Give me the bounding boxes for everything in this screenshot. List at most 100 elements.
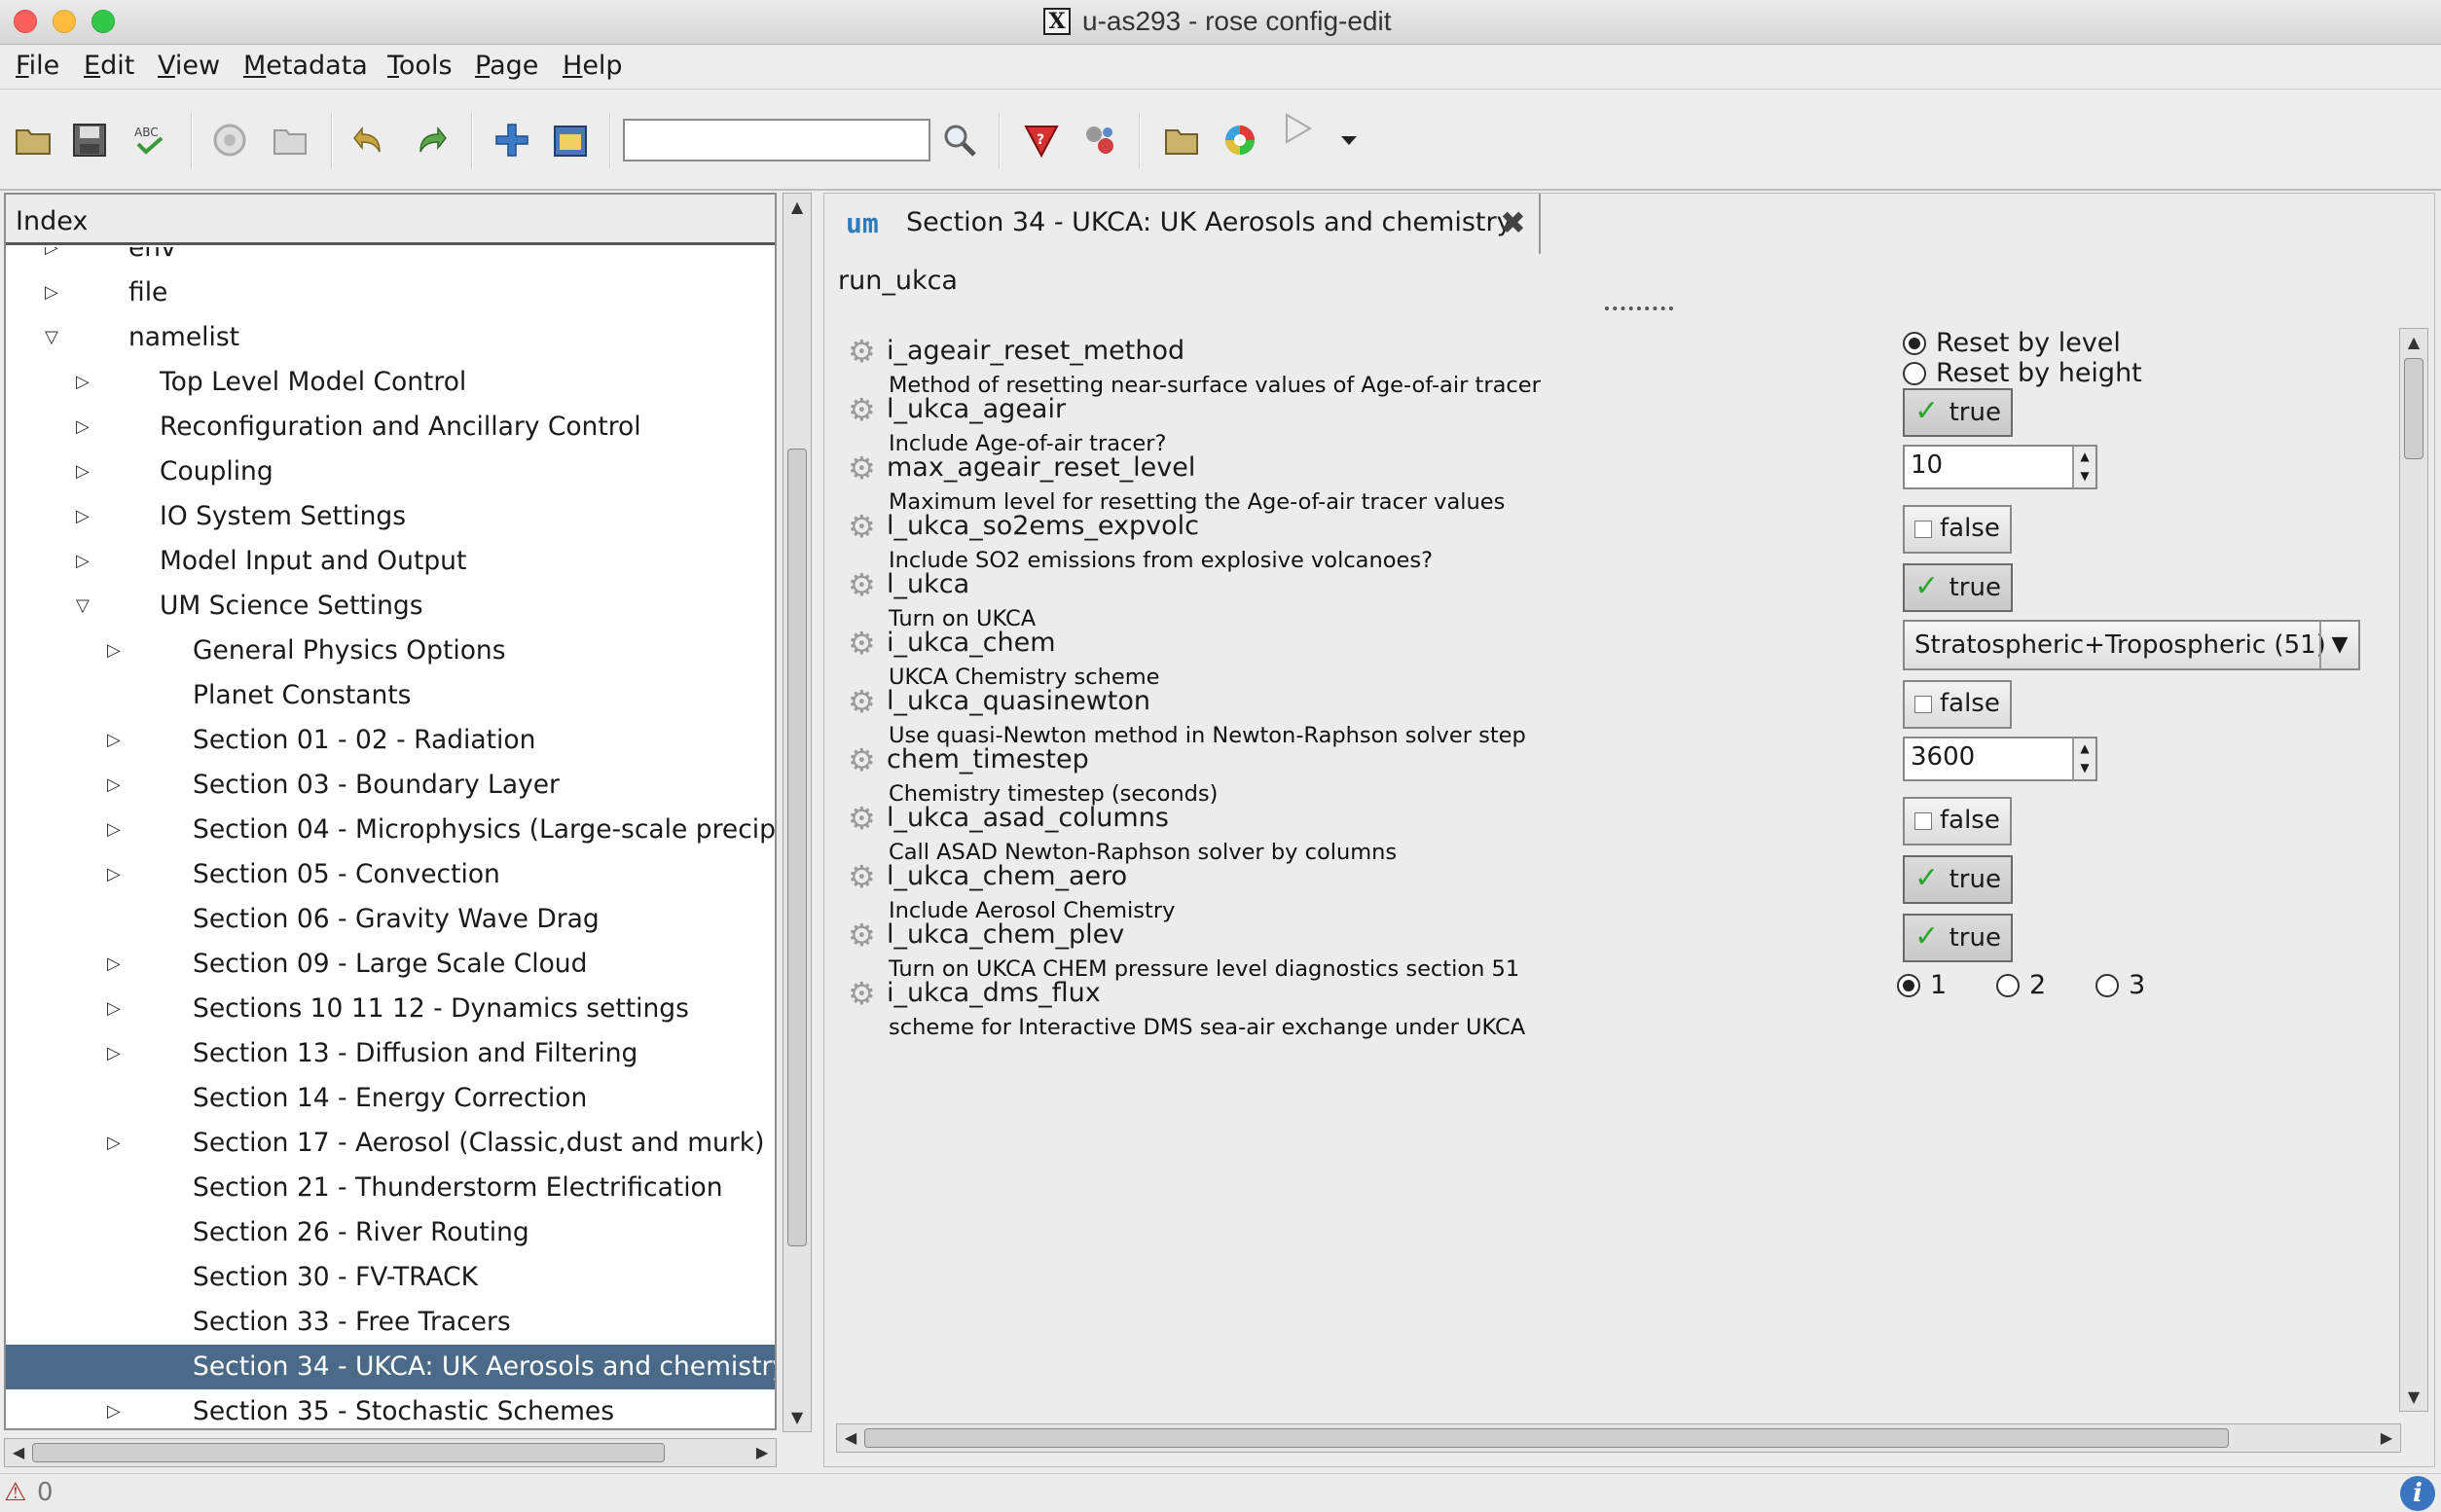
tree-item[interactable]: ▷ file bbox=[6, 270, 775, 315]
radio-option[interactable]: 2 bbox=[1996, 970, 2046, 1000]
collapsed-triangle-icon[interactable]: ▷ bbox=[107, 718, 130, 763]
pane-resize-grip[interactable] bbox=[1605, 306, 1673, 314]
collapsed-triangle-icon[interactable]: ▷ bbox=[76, 360, 99, 405]
menu-view[interactable]: View bbox=[158, 51, 220, 81]
spin-buttons[interactable]: ▲ ▼ bbox=[2072, 738, 2095, 779]
spin-up-icon[interactable]: ▲ bbox=[2074, 738, 2095, 758]
menu-edit[interactable]: Edit bbox=[84, 51, 134, 81]
gear-icon[interactable]: ⚙ bbox=[848, 450, 876, 486]
spin-down-icon[interactable]: ▼ bbox=[2074, 466, 2095, 486]
spin-down-icon[interactable]: ▼ bbox=[2074, 758, 2095, 777]
dropdown-arrow-icon[interactable]: ▼ bbox=[2319, 622, 2358, 668]
collapsed-triangle-icon[interactable]: ▷ bbox=[107, 942, 130, 987]
tab-section-34[interactable]: um Section 34 - UKCA: UK Aerosols and ch… bbox=[832, 194, 1541, 254]
index-vertical-scrollbar[interactable]: ▲ ▼ bbox=[783, 193, 812, 1432]
collapsed-triangle-icon[interactable]: ▷ bbox=[107, 1121, 130, 1166]
tree-item[interactable]: ▷ Coupling bbox=[6, 450, 775, 494]
gear-icon[interactable]: ⚙ bbox=[848, 801, 876, 836]
gear-icon[interactable]: ⚙ bbox=[848, 626, 876, 661]
tree-item[interactable]: ▷ General Physics Options bbox=[6, 629, 775, 673]
collapsed-triangle-icon[interactable]: ▷ bbox=[45, 247, 68, 270]
tree-item[interactable]: ▽ namelist bbox=[6, 315, 775, 360]
radio-option[interactable]: 1 bbox=[1897, 970, 1947, 1000]
collapsed-triangle-icon[interactable]: ▷ bbox=[107, 987, 130, 1031]
collapsed-triangle-icon[interactable]: ▷ bbox=[76, 450, 99, 494]
collapsed-triangle-icon[interactable]: ▷ bbox=[107, 629, 130, 673]
radio-option[interactable]: 3 bbox=[2095, 970, 2145, 1000]
number-spin-box[interactable]: 10 ▲ ▼ bbox=[1903, 445, 2097, 489]
open-folder-icon[interactable] bbox=[14, 121, 53, 160]
menu-metadata[interactable]: Metadata bbox=[243, 51, 368, 81]
close-window-button[interactable] bbox=[14, 10, 37, 33]
undo-icon[interactable] bbox=[350, 121, 389, 160]
menu-file[interactable]: File bbox=[16, 51, 59, 81]
disabled-circle-icon[interactable] bbox=[210, 121, 249, 160]
expanded-triangle-icon[interactable]: ▽ bbox=[45, 315, 68, 360]
redo-icon[interactable] bbox=[411, 121, 450, 160]
radio-option[interactable]: Reset by level bbox=[1903, 328, 2121, 358]
gear-icon[interactable]: ⚙ bbox=[848, 392, 876, 427]
scroll-down-icon[interactable]: ▼ bbox=[783, 1404, 811, 1431]
radio-unselected-icon[interactable] bbox=[2095, 974, 2119, 997]
tree-item[interactable]: ▷ Sections 10 11 12 - Dynamics settings bbox=[6, 987, 775, 1031]
tree-item[interactable]: Section 26 - River Routing bbox=[6, 1210, 775, 1255]
tree-item[interactable]: Section 34 - UKCA: UK Aerosols and chemi… bbox=[6, 1345, 775, 1389]
folder-open-icon[interactable] bbox=[1162, 121, 1201, 160]
menu-page[interactable]: Page bbox=[475, 51, 538, 81]
scroll-down-icon[interactable]: ▼ bbox=[2400, 1384, 2427, 1411]
tree-item[interactable]: ▷ Top Level Model Control bbox=[6, 360, 775, 405]
tree-item[interactable]: ▷ Section 04 - Microphysics (Large-scale … bbox=[6, 808, 775, 852]
index-scroll-thumb[interactable] bbox=[787, 449, 807, 1246]
tree-item[interactable]: Section 33 - Free Tracers bbox=[6, 1300, 775, 1345]
spellcheck-icon[interactable]: ABC bbox=[130, 121, 169, 160]
scroll-up-icon[interactable]: ▲ bbox=[783, 194, 811, 221]
gear-icon[interactable]: ⚙ bbox=[848, 509, 876, 544]
boolean-toggle[interactable]: ✓ true bbox=[1903, 563, 2013, 612]
collapsed-triangle-icon[interactable]: ▷ bbox=[76, 405, 99, 450]
graph-icon[interactable] bbox=[551, 121, 590, 160]
settings-scroll-thumb[interactable] bbox=[2404, 358, 2423, 459]
scroll-left-icon[interactable]: ◀ bbox=[5, 1439, 32, 1466]
gear-icon[interactable]: ⚙ bbox=[848, 334, 876, 369]
maximize-window-button[interactable] bbox=[91, 10, 115, 33]
radio-option[interactable]: Reset by height bbox=[1903, 358, 2142, 388]
tree-item[interactable]: Section 30 - FV-TRACK bbox=[6, 1255, 775, 1300]
tree-item[interactable]: ▷ env bbox=[6, 247, 775, 270]
gear-icon[interactable]: ⚙ bbox=[848, 859, 876, 894]
tree-item[interactable]: ▷ Section 35 - Stochastic Schemes bbox=[6, 1389, 775, 1428]
spin-value[interactable]: 10 bbox=[1911, 450, 1943, 480]
scroll-right-icon[interactable]: ▶ bbox=[748, 1439, 776, 1466]
tree-item[interactable]: Planet Constants bbox=[6, 673, 775, 718]
chemistry-scheme-dropdown[interactable]: Stratospheric+Tropospheric (51) ▼ bbox=[1903, 620, 2360, 670]
run-icon[interactable] bbox=[1279, 109, 1318, 148]
collapsed-triangle-icon[interactable]: ▷ bbox=[107, 763, 130, 808]
radio-unselected-icon[interactable] bbox=[1996, 974, 2020, 997]
settings-horizontal-scrollbar[interactable]: ◀ ▶ bbox=[836, 1423, 2401, 1453]
collapsed-triangle-icon[interactable]: ▷ bbox=[107, 1389, 130, 1428]
collapsed-triangle-icon[interactable]: ▷ bbox=[76, 539, 99, 584]
info-icon[interactable]: i bbox=[2400, 1476, 2435, 1511]
tree-item[interactable]: ▷ Model Input and Output bbox=[6, 539, 775, 584]
boolean-toggle[interactable]: false bbox=[1903, 680, 2012, 729]
expanded-triangle-icon[interactable]: ▽ bbox=[76, 584, 99, 629]
collapsed-triangle-icon[interactable]: ▷ bbox=[107, 1031, 130, 1076]
boolean-toggle[interactable]: false bbox=[1903, 505, 2012, 554]
spin-buttons[interactable]: ▲ ▼ bbox=[2072, 447, 2095, 487]
radio-unselected-icon[interactable] bbox=[1903, 362, 1926, 385]
collapsed-triangle-icon[interactable]: ▷ bbox=[107, 852, 130, 897]
radio-selected-icon[interactable] bbox=[1903, 332, 1926, 355]
collapsed-triangle-icon[interactable]: ▷ bbox=[107, 808, 130, 852]
tree-item[interactable]: ▷ Section 03 - Boundary Layer bbox=[6, 763, 775, 808]
collapsed-triangle-icon[interactable]: ▷ bbox=[76, 494, 99, 539]
settings-vertical-scrollbar[interactable]: ▲ ▼ bbox=[2399, 328, 2428, 1412]
tree-item[interactable]: ▷ Section 13 - Diffusion and Filtering bbox=[6, 1031, 775, 1076]
tree-item[interactable]: ▷ Reconfiguration and Ancillary Control bbox=[6, 405, 775, 450]
tree-item[interactable]: Section 21 - Thunderstorm Electrificatio… bbox=[6, 1166, 775, 1210]
boolean-toggle[interactable]: ✓ true bbox=[1903, 855, 2013, 904]
gear-icon[interactable]: ⚙ bbox=[848, 567, 876, 602]
tree-item[interactable]: ▷ IO System Settings bbox=[6, 494, 775, 539]
tree-item[interactable]: ▷ Section 09 - Large Scale Cloud bbox=[6, 942, 775, 987]
minimize-window-button[interactable] bbox=[53, 10, 76, 33]
tree-item[interactable]: ▷ Section 05 - Convection bbox=[6, 852, 775, 897]
gear-icon[interactable]: ⚙ bbox=[848, 918, 876, 953]
